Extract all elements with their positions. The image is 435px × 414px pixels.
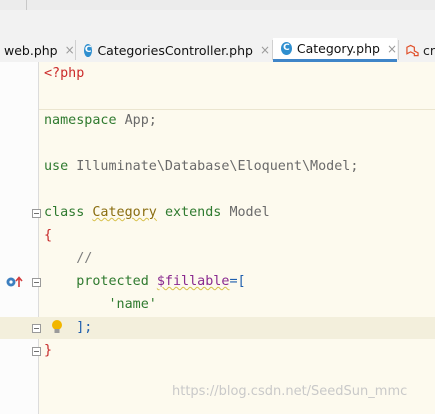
- tab-label: CategoriesController.php: [97, 42, 253, 58]
- tab-label: cr: [422, 42, 435, 58]
- tab-label: web.php: [4, 42, 58, 58]
- fold-toggle-array-end[interactable]: [32, 324, 41, 333]
- code-line-comment: //: [76, 251, 93, 266]
- close-icon[interactable]: ×: [387, 42, 397, 56]
- fold-toggle-class[interactable]: [32, 209, 41, 218]
- tab-category[interactable]: C Category.php ×: [273, 38, 397, 62]
- class-c-icon: C: [281, 42, 292, 55]
- fold-toggle-fillable[interactable]: [32, 278, 41, 287]
- laravel-icon: [406, 44, 419, 56]
- code-line-use: use Illuminate\Database\Eloquent\Model;: [44, 159, 359, 174]
- class-c-icon: C: [84, 43, 93, 57]
- code-line-class: class Category extends Model: [44, 205, 270, 220]
- code-line-namespace: namespace App;: [44, 113, 157, 128]
- tab-cr[interactable]: cr: [404, 38, 435, 62]
- code-line-fillable: protected $fillable=[: [76, 274, 246, 289]
- tab-label: Category.php: [296, 41, 380, 56]
- editor-tab-bar: web.php × C CategoriesController.php × C…: [0, 10, 435, 63]
- code-line-php-open: <?php: [44, 66, 85, 81]
- tab-categories-controller[interactable]: C CategoriesController.php ×: [80, 38, 270, 62]
- close-icon[interactable]: ×: [260, 43, 270, 57]
- code-line-string: 'name': [108, 297, 157, 312]
- code-line-brace-open: {: [44, 228, 53, 243]
- line-gutter: [0, 62, 39, 414]
- override-icon[interactable]: [5, 275, 25, 289]
- lightbulb-icon[interactable]: [51, 319, 63, 335]
- watermark-text: https://blog.csdn.net/SeedSun_mmc: [172, 384, 408, 399]
- fold-toggle-class-end[interactable]: [32, 347, 41, 356]
- code-line-brace-close: }: [44, 343, 53, 358]
- close-icon[interactable]: ×: [65, 43, 75, 57]
- window-top-strip: [0, 0, 435, 10]
- tab-web-php[interactable]: web.php ×: [0, 38, 75, 62]
